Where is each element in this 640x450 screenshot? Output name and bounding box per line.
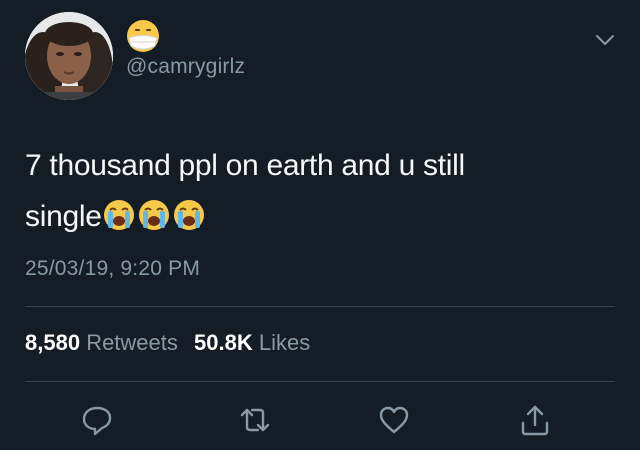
tweet-timestamp[interactable]: 25/03/19, 9:20 PM — [25, 257, 200, 281]
chevron-down-icon[interactable] — [594, 32, 616, 48]
loudly-crying-face-emoji — [102, 197, 136, 231]
likes-label[interactable]: Likes — [259, 330, 310, 355]
heart-icon — [379, 406, 409, 434]
face-with-medical-mask-emoji — [125, 18, 161, 54]
tweet-text-line-1: 7 thousand ppl on earth and u still — [25, 149, 465, 182]
retweet-icon — [240, 408, 270, 432]
loudly-crying-face-emoji — [137, 197, 171, 231]
share-icon — [521, 405, 549, 436]
retweets-count[interactable]: 8,580 — [25, 330, 80, 355]
retweets-label[interactable]: Retweets — [86, 330, 178, 355]
divider — [25, 381, 615, 382]
tweet-text: 7 thousand ppl on earth and u still sing… — [25, 140, 615, 242]
avatar[interactable] — [25, 12, 113, 100]
retweet-button[interactable] — [238, 403, 272, 437]
share-button[interactable] — [518, 403, 552, 437]
like-button[interactable] — [377, 403, 411, 437]
reply-button[interactable] — [80, 403, 114, 437]
reply-icon — [82, 406, 112, 436]
tweet-stats: 8,580 Retweets 50.8K Likes — [25, 330, 320, 356]
tweet-text-line-2: single — [25, 191, 615, 242]
tweet-text-word: single — [25, 200, 102, 233]
avatar-image — [25, 12, 113, 100]
loudly-crying-face-emoji — [172, 197, 206, 231]
divider — [25, 306, 615, 307]
author-handle[interactable]: @camrygirlz — [126, 55, 245, 79]
tweet-card: @camrygirlz 7 thousand ppl on earth and … — [0, 0, 640, 450]
likes-count[interactable]: 50.8K — [194, 330, 253, 355]
